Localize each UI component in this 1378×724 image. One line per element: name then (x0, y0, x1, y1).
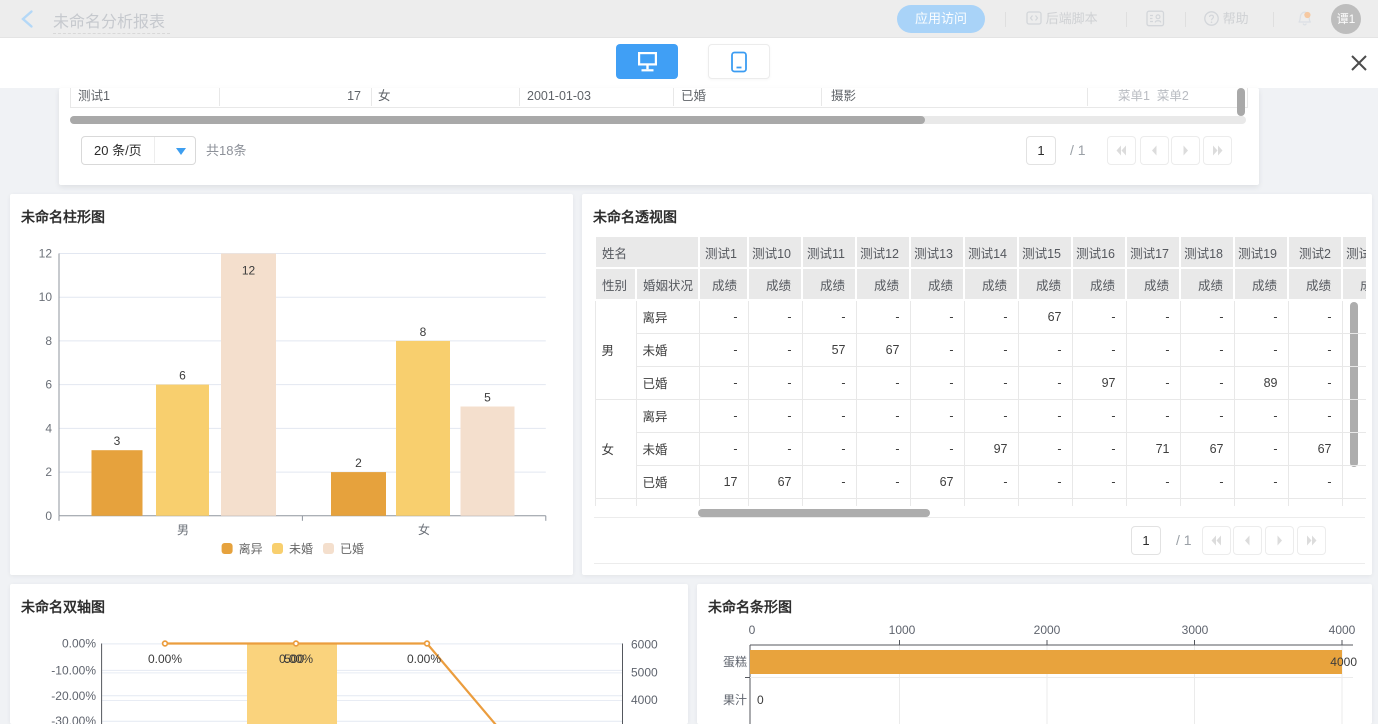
svg-text:4000: 4000 (631, 693, 658, 707)
svg-text:果汁: 果汁 (723, 693, 747, 707)
svg-text:5000: 5000 (631, 665, 658, 679)
svg-text:4000: 4000 (1330, 655, 1357, 669)
svg-text:12: 12 (242, 264, 256, 278)
svg-text:0: 0 (757, 693, 764, 707)
svg-text:3000: 3000 (1182, 623, 1209, 637)
svg-text:-30.00%: -30.00% (51, 714, 96, 724)
svg-text:2: 2 (355, 456, 362, 470)
svg-text:6000: 6000 (631, 638, 658, 652)
svg-text:女: 女 (418, 522, 430, 537)
svg-text:2000: 2000 (1034, 623, 1061, 637)
svg-text:0.00%: 0.00% (62, 637, 96, 651)
svg-text:5: 5 (484, 391, 491, 405)
svg-text:4: 4 (45, 421, 52, 435)
svg-text:蛋糕: 蛋糕 (723, 655, 747, 669)
svg-text:-20.00%: -20.00% (51, 689, 96, 703)
svg-text:8: 8 (45, 334, 52, 348)
svg-text:10: 10 (39, 290, 53, 304)
svg-text:已婚: 已婚 (340, 542, 364, 556)
svg-text:3: 3 (114, 434, 121, 448)
svg-text:8: 8 (420, 325, 427, 339)
svg-text:0: 0 (45, 509, 52, 523)
svg-text:2: 2 (45, 465, 52, 479)
svg-text:6: 6 (179, 369, 186, 383)
svg-text:4000: 4000 (1329, 623, 1356, 637)
svg-text:未婚: 未婚 (289, 542, 313, 556)
svg-text:1000: 1000 (889, 623, 916, 637)
svg-text:500: 500 (284, 652, 304, 666)
svg-text:6: 6 (45, 378, 52, 392)
svg-text:-10.00%: -10.00% (51, 663, 96, 677)
svg-text:0: 0 (749, 623, 756, 637)
svg-text:男: 男 (177, 523, 189, 537)
svg-text:离异: 离异 (239, 541, 263, 556)
svg-text:0.00%: 0.00% (148, 652, 182, 666)
svg-text:0.00%: 0.00% (407, 652, 441, 666)
svg-text:12: 12 (39, 247, 53, 261)
